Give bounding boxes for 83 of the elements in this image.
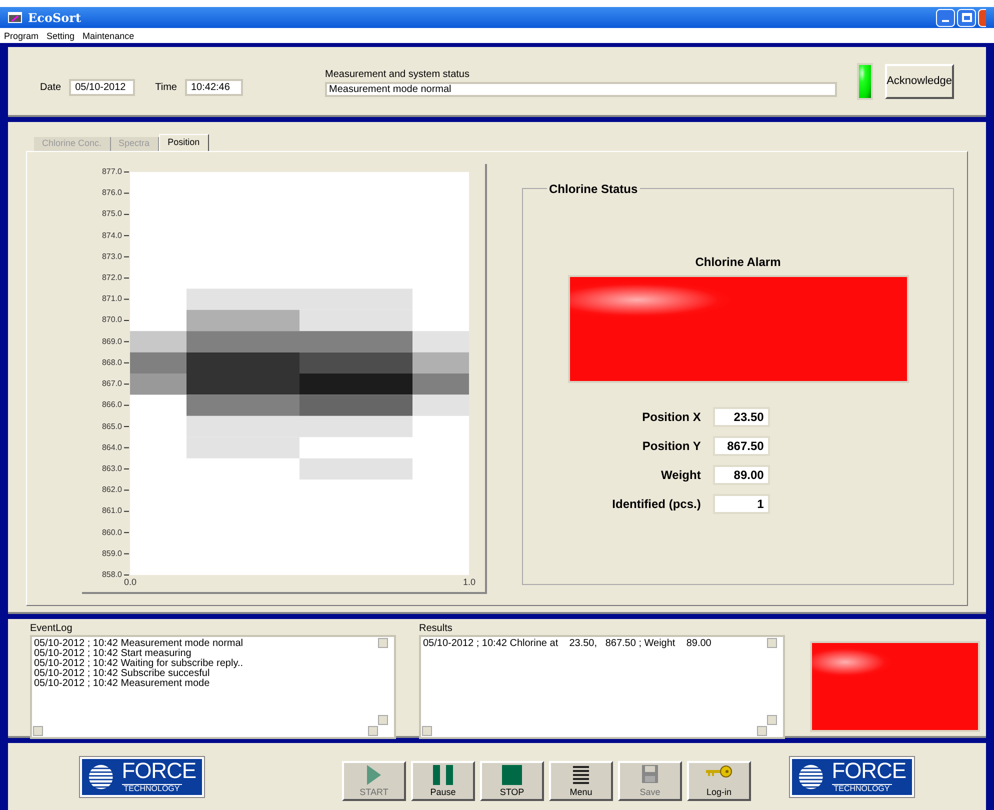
y-tick-label: 864.0 bbox=[100, 442, 122, 453]
heatmap-cell bbox=[412, 331, 469, 352]
field-label: Position Y bbox=[642, 438, 701, 455]
heatmap-cell bbox=[412, 394, 469, 416]
y-tick-label: 858.0 bbox=[100, 570, 122, 580]
y-tick-label: 860.0 bbox=[100, 528, 122, 538]
menu-item[interactable]: Setting bbox=[46, 30, 75, 42]
tab[interactable]: Position bbox=[158, 134, 209, 151]
y-tick-label: 869.0 bbox=[100, 336, 122, 347]
close-button[interactable] bbox=[978, 8, 986, 26]
acknowledge-button[interactable]: Acknowledge bbox=[884, 64, 954, 98]
scroll-up-button[interactable] bbox=[767, 638, 777, 648]
y-tick-label: 865.0 bbox=[100, 422, 122, 432]
scroll-right-button[interactable] bbox=[757, 726, 767, 736]
menu-icon bbox=[573, 764, 589, 784]
y-tick-label: 871.0 bbox=[100, 294, 122, 304]
minimize-button[interactable] bbox=[936, 8, 955, 26]
y-tick-label: 862.0 bbox=[100, 485, 122, 496]
y-tick-label: 877.0 bbox=[100, 167, 122, 177]
pause-icon bbox=[433, 764, 453, 784]
heatmap-cell bbox=[130, 352, 186, 374]
window-title: EcoSort bbox=[28, 10, 81, 26]
key-icon bbox=[706, 764, 732, 778]
field-label: Identified (pcs.) bbox=[612, 496, 701, 513]
scroll-right-button[interactable] bbox=[368, 726, 378, 736]
alarm-label: Chlorine Alarm bbox=[695, 254, 781, 271]
y-tick-label: 876.0 bbox=[100, 188, 122, 198]
menu-item[interactable]: Maintenance bbox=[82, 30, 134, 42]
date-label: Date bbox=[40, 80, 62, 94]
log-line: 05/10-2012 ; 10:42 Subscribe succesful bbox=[34, 669, 210, 679]
y-tick-label: 875.0 bbox=[100, 209, 122, 220]
heatmap-cell bbox=[412, 374, 469, 395]
y-tick-label: 872.0 bbox=[100, 273, 122, 284]
date-field[interactable]: 05/10-2012 bbox=[69, 78, 136, 96]
status-field[interactable]: Measurement mode normal bbox=[324, 82, 837, 96]
log-line: 05/10-2012 ; 10:42 Measurement mode normal bbox=[34, 639, 244, 649]
time-field[interactable]: 10:42:46 bbox=[184, 78, 243, 96]
toolbar-button[interactable]: Menu bbox=[549, 760, 613, 800]
x-tick-label: 0.0 bbox=[124, 577, 137, 587]
log-line: 05/10-2012 ; 10:42 Measurement mode bbox=[34, 679, 210, 689]
value-field[interactable]: 867.50 bbox=[712, 436, 770, 456]
y-tick-label: 863.0 bbox=[100, 464, 122, 474]
scroll-up-button[interactable] bbox=[378, 638, 388, 648]
logo-wordmark: FORCE bbox=[122, 760, 196, 782]
x-tick-label: 1.0 bbox=[463, 577, 476, 587]
y-tick-label: 861.0 bbox=[100, 506, 122, 516]
scroll-down-button[interactable] bbox=[767, 715, 777, 725]
scroll-left-button[interactable] bbox=[33, 726, 43, 736]
heatmap-cell bbox=[412, 352, 469, 374]
value-field[interactable]: 23.50 bbox=[712, 407, 770, 427]
time-label: Time bbox=[155, 80, 177, 94]
heatmap-cell bbox=[130, 374, 186, 395]
stop-icon bbox=[502, 764, 522, 784]
app-icon bbox=[8, 12, 22, 23]
menu-item[interactable]: Program bbox=[4, 30, 39, 42]
log-line: 05/10-2012 ; 10:42 Start measuring bbox=[34, 649, 192, 659]
heatmap-cell bbox=[130, 331, 186, 352]
y-tick-label: 868.0 bbox=[100, 358, 122, 368]
logo-wordmark: FORCE bbox=[832, 760, 906, 782]
value-field[interactable]: 89.00 bbox=[712, 465, 770, 485]
field-label: Position X bbox=[642, 409, 701, 426]
y-tick-label: 873.0 bbox=[100, 252, 122, 262]
scroll-down-button[interactable] bbox=[378, 715, 388, 725]
play-icon bbox=[367, 764, 381, 784]
toolbar-button[interactable]: STOP bbox=[480, 760, 544, 800]
log-line: 05/10-2012 ; 10:42 Waiting for subscribe reply.. bbox=[34, 659, 244, 669]
y-tick-label: 867.0 bbox=[100, 379, 122, 390]
maximize-button[interactable] bbox=[957, 8, 976, 26]
scroll-left-button[interactable] bbox=[422, 726, 432, 736]
y-tick-label: 859.0 bbox=[100, 548, 122, 559]
field-label: Weight bbox=[661, 467, 701, 484]
y-tick-label: 874.0 bbox=[100, 230, 122, 241]
value-field[interactable]: 1 bbox=[712, 494, 770, 514]
log-title: EventLog bbox=[30, 623, 74, 635]
log-line: 05/10-2012 ; 10:42 Chlorine at 23.50, 867.50 ; Weight 89.00 bbox=[423, 639, 712, 649]
y-tick-label: 870.0 bbox=[100, 315, 122, 326]
log-title: Results bbox=[419, 623, 454, 635]
logo-tagline: TECHNOLOGY bbox=[122, 784, 182, 793]
status-label: Measurement and system status bbox=[324, 68, 470, 82]
logo-tagline: TECHNOLOGY bbox=[832, 784, 892, 793]
toolbar-button[interactable]: Pause bbox=[411, 760, 475, 800]
toolbar-button[interactable]: Log-in bbox=[687, 760, 751, 800]
y-tick-label: 866.0 bbox=[100, 400, 122, 410]
